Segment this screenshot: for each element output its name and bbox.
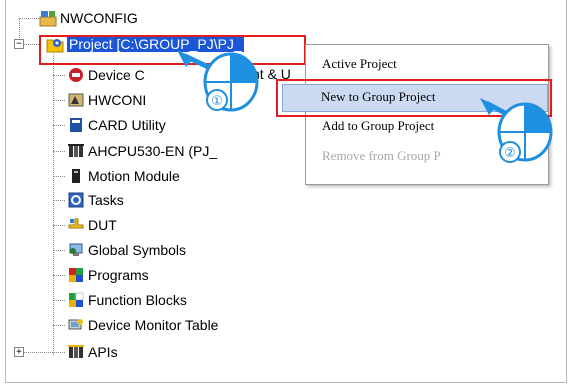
callout-overlay: ① ② [177, 50, 553, 163]
step-two-label: ② [504, 146, 516, 161]
step-one-label: ① [211, 94, 223, 109]
